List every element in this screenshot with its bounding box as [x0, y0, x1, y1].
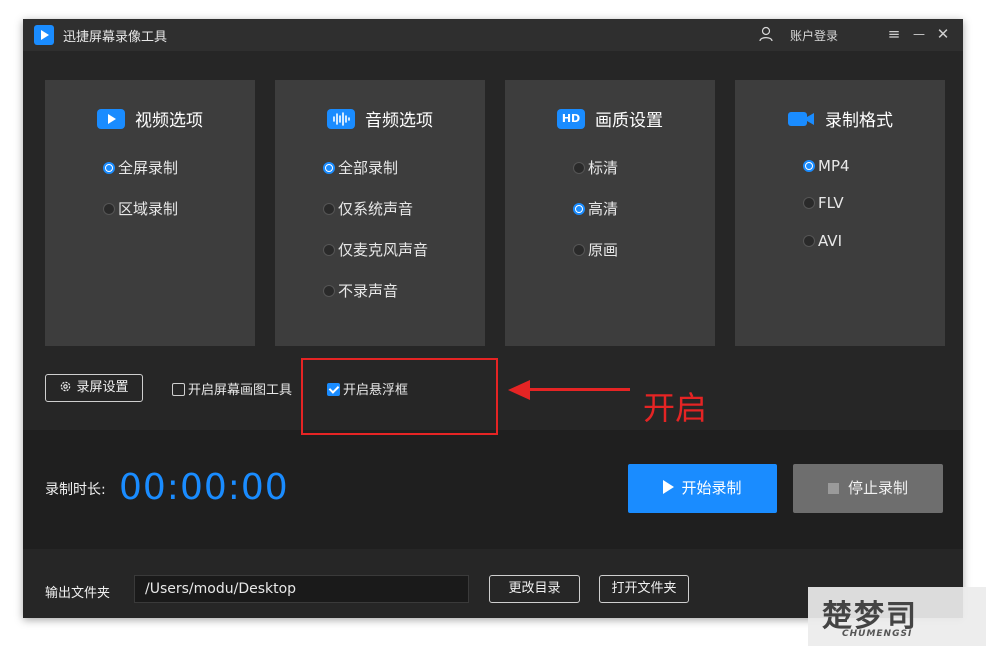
- minimize-icon[interactable]: —: [909, 24, 929, 44]
- radio-empty-icon: [103, 203, 115, 215]
- camera-icon: [787, 109, 815, 129]
- app-logo-icon: [34, 25, 54, 45]
- annotation-text: 开启: [643, 389, 708, 427]
- start-record-button[interactable]: 开始录制: [628, 464, 777, 513]
- radio-selected-icon: [573, 203, 585, 215]
- close-icon[interactable]: ✕: [933, 24, 953, 44]
- open-folder-button[interactable]: 打开文件夹: [599, 575, 689, 603]
- watermark-logo: 楚梦司 CHUMENGSI: [808, 587, 986, 646]
- radio-hd[interactable]: 高清: [573, 198, 618, 219]
- radio-original[interactable]: 原画: [573, 239, 618, 260]
- highlight-box: [301, 358, 498, 435]
- record-format-panel: 录制格式 MP4 FLV AVI: [735, 80, 945, 346]
- radio-empty-icon: [323, 285, 335, 297]
- audio-options-title: 音频选项: [365, 111, 433, 131]
- record-settings-button[interactable]: 录屏设置: [45, 374, 143, 402]
- video-play-icon: [97, 108, 125, 129]
- duration-label: 录制时长:: [45, 482, 106, 498]
- record-format-title: 录制格式: [825, 111, 893, 131]
- radio-empty-icon: [803, 235, 815, 247]
- radio-record-all[interactable]: 全部录制: [323, 157, 398, 178]
- radio-fullscreen[interactable]: 全屏录制: [103, 157, 178, 178]
- quality-settings-title: 画质设置: [595, 111, 663, 131]
- gear-icon: [61, 381, 71, 392]
- app-window: 迅捷屏幕录像工具 账户登录 ≡ — ✕ 视频选项 全屏录制 区域录制 音频选项 …: [23, 19, 963, 618]
- draw-tool-checkbox[interactable]: 开启屏幕画图工具: [172, 379, 292, 398]
- radio-system-only[interactable]: 仅系统声音: [323, 198, 413, 219]
- radio-flv[interactable]: FLV: [803, 194, 844, 212]
- radio-mp4[interactable]: MP4: [803, 157, 850, 175]
- radio-selected-icon: [323, 162, 335, 174]
- quality-settings-panel: HD 画质设置 标清 高清 原画: [505, 80, 715, 346]
- play-icon: [663, 480, 675, 494]
- menu-icon[interactable]: ≡: [884, 24, 904, 44]
- radio-selected-icon: [803, 160, 815, 172]
- checkbox-empty-icon: [172, 383, 185, 396]
- audio-options-panel: 音频选项 全部录制 仅系统声音 仅麦克风声音 不录声音: [275, 80, 485, 346]
- login-link[interactable]: 账户登录: [790, 27, 838, 44]
- radio-mic-only[interactable]: 仅麦克风声音: [323, 239, 428, 260]
- radio-selected-icon: [103, 162, 115, 174]
- sound-wave-icon: [327, 108, 355, 129]
- record-timer: 00:00:00: [119, 467, 289, 508]
- radio-empty-icon: [573, 162, 585, 174]
- app-title: 迅捷屏幕录像工具: [63, 30, 168, 45]
- title-bar: 迅捷屏幕录像工具 账户登录 ≡ — ✕: [23, 19, 963, 51]
- radio-empty-icon: [573, 244, 585, 256]
- stop-icon: [827, 483, 839, 494]
- radio-empty-icon: [323, 244, 335, 256]
- output-path-input[interactable]: [134, 575, 469, 603]
- user-icon[interactable]: [759, 26, 773, 42]
- radio-region[interactable]: 区域录制: [103, 198, 178, 219]
- radio-empty-icon: [803, 197, 815, 209]
- stop-record-button[interactable]: 停止录制: [793, 464, 943, 513]
- radio-empty-icon: [323, 203, 335, 215]
- radio-no-sound[interactable]: 不录声音: [323, 280, 398, 301]
- hd-icon: HD: [557, 108, 585, 129]
- output-folder-label: 输出文件夹: [45, 586, 111, 601]
- radio-sd[interactable]: 标清: [573, 157, 618, 178]
- video-options-title: 视频选项: [135, 111, 203, 131]
- annotation-arrow-line: [526, 388, 630, 391]
- change-directory-button[interactable]: 更改目录: [489, 575, 580, 603]
- radio-avi[interactable]: AVI: [803, 232, 842, 250]
- video-options-panel: 视频选项 全屏录制 区域录制: [45, 80, 255, 346]
